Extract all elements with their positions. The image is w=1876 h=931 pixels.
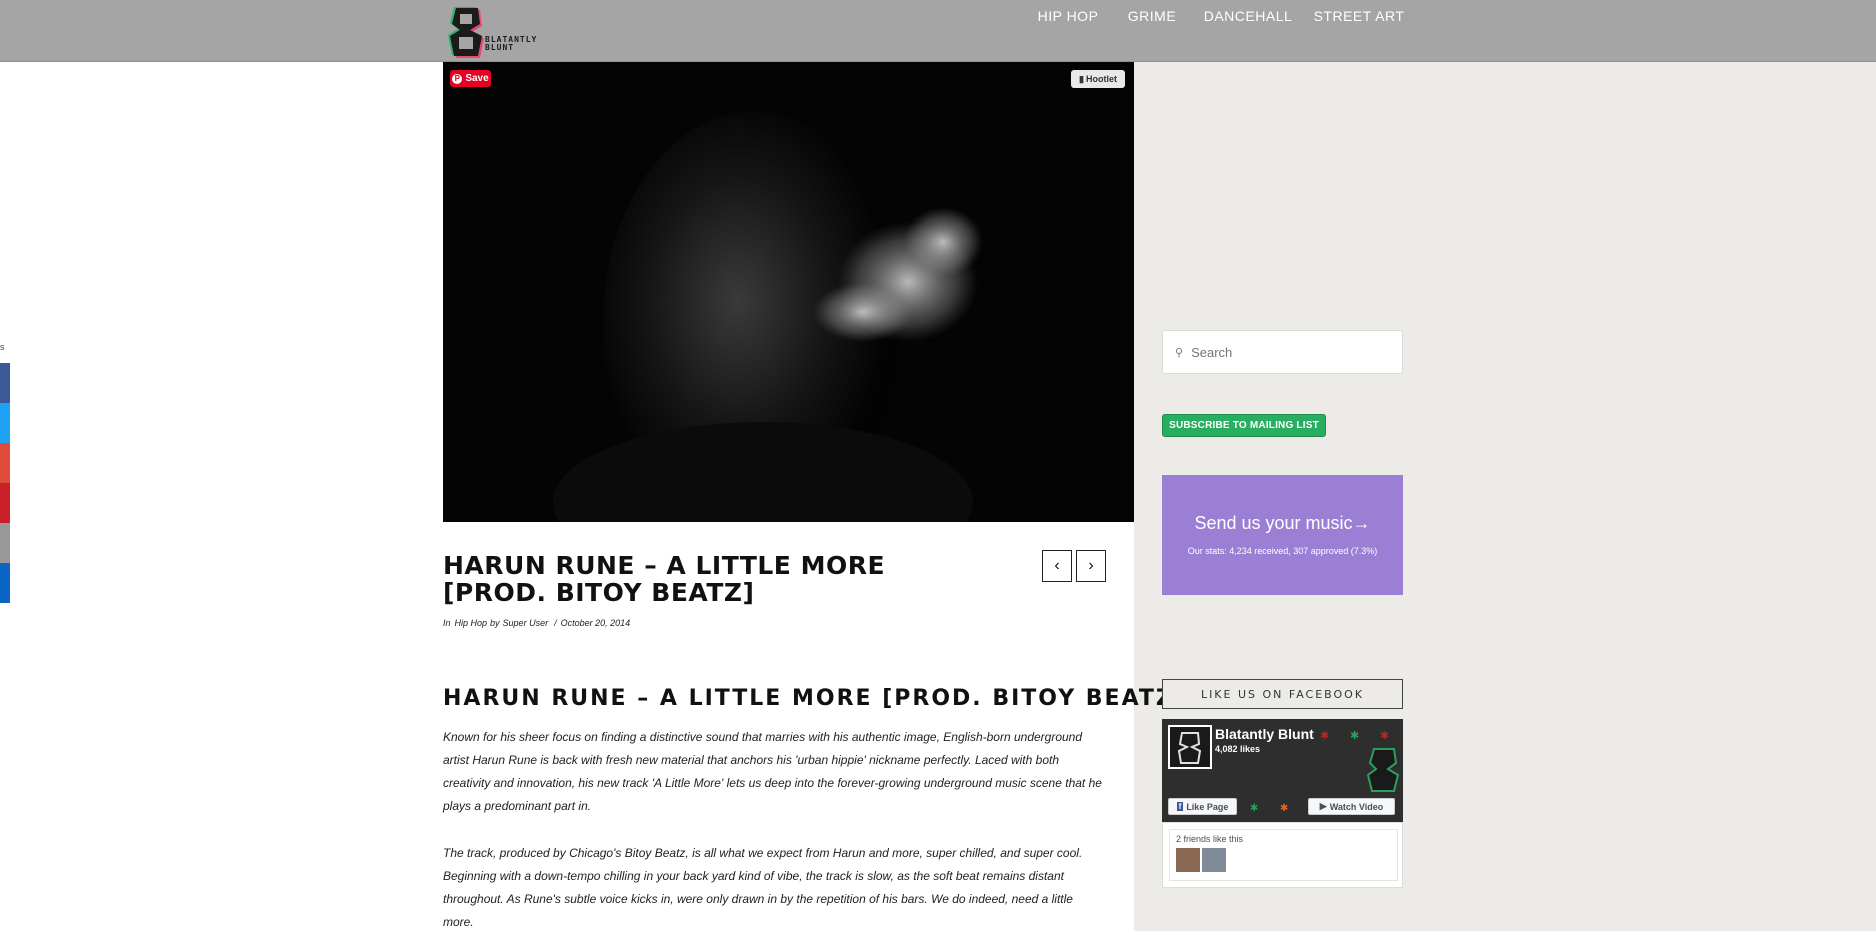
next-post-button[interactable]: › [1076, 550, 1106, 582]
search-input[interactable] [1191, 344, 1382, 360]
meta-in-text: In [443, 618, 451, 628]
logo-text-line2: BLUNT [485, 43, 515, 52]
google-plus-share-button[interactable] [0, 443, 10, 483]
twitter-share-button[interactable] [0, 403, 10, 443]
submission-stats: Our stats: 4,234 received, 307 approved … [1187, 546, 1378, 556]
pinterest-save-button[interactable]: P Save [450, 70, 491, 87]
article-column: P Save ▮ Hootlet HARUN RUNE – A LITTLE M… [443, 62, 1184, 931]
hero-image[interactable]: P Save ▮ Hootlet [443, 62, 1134, 522]
search-box[interactable]: ⚲ [1162, 330, 1403, 374]
nav-item-hip-hop[interactable]: HIP HOP [1024, 0, 1112, 40]
pinterest-share-button[interactable] [0, 483, 10, 523]
svg-text:✱: ✱ [1250, 803, 1258, 814]
hootlet-button[interactable]: ▮ Hootlet [1071, 70, 1125, 88]
post-meta: In Hip Hop by Super User / October 20, 2014 [443, 618, 634, 628]
article-paragraph-2: The track, produced by Chicago's Bitoy B… [443, 846, 1083, 929]
linkedin-share-button[interactable] [0, 563, 10, 603]
meta-separator: / [554, 618, 557, 628]
nav-label-hip-hop[interactable]: HIP HOP [1024, 0, 1112, 39]
share-count: s [0, 342, 5, 352]
owl-icon: ▮ [1079, 73, 1084, 84]
hootlet-label: Hootlet [1085, 74, 1117, 84]
pinterest-icon: P [452, 73, 463, 84]
svg-text:✱: ✱ [1320, 729, 1329, 742]
author-link[interactable]: Super User [503, 618, 549, 628]
nav-item-dancehall[interactable]: DANCEHALL [1192, 0, 1304, 40]
facebook-page-avatar[interactable] [1168, 725, 1212, 769]
facebook-icon: f [1176, 802, 1184, 811]
site-header: BLATANTLY BLUNT HIP HOP GRIME DANCEHALL … [0, 0, 1876, 62]
facebook-page-card[interactable]: ✱ ✱ ✱ ✱ ✱ Blatantly Blunt 4,082 likes f … [1162, 719, 1403, 822]
email-share-button[interactable] [0, 523, 10, 563]
left-page-margin [0, 62, 443, 931]
pinterest-save-label: Save [465, 73, 489, 84]
send-music-box[interactable]: Send us your music→ Our stats: 4,234 rec… [1162, 475, 1403, 595]
facebook-friends-panel: 2 friends like this [1162, 822, 1403, 888]
friend-avatar-2[interactable] [1202, 848, 1226, 872]
post-title: HARUN RUNE – A LITTLE MORE [PROD. BITOY … [443, 551, 886, 607]
watch-video-label: Watch Video [1329, 801, 1384, 812]
facebook-watch-video-button[interactable]: ▶ Watch Video [1308, 798, 1395, 815]
subscribe-button[interactable]: SUBSCRIBE TO MAILING LIST [1162, 414, 1326, 437]
previous-post-button[interactable]: ‹ [1042, 550, 1072, 582]
like-page-label: Like Page [1186, 801, 1229, 812]
svg-text:✱: ✱ [1350, 729, 1359, 742]
nav-label-dancehall[interactable]: DANCEHALL [1192, 0, 1304, 39]
post-date: October 20, 2014 [560, 618, 631, 628]
article-heading: HARUN RUNE – A LITTLE MORE [PROD. BITOY … [443, 686, 1186, 711]
facebook-like-count: 4,082 likes [1215, 744, 1261, 754]
article-paragraph-1: Known for his sheer focus on finding a d… [443, 730, 1102, 813]
nav-label-grime[interactable]: GRIME [1112, 0, 1192, 39]
facebook-share-button[interactable] [0, 363, 10, 403]
facebook-page-name[interactable]: Blatantly Blunt [1215, 726, 1314, 742]
logo-icon [1177, 732, 1202, 764]
chevron-left-icon: ‹ [1054, 557, 1060, 574]
chevron-right-icon: › [1088, 557, 1094, 574]
nav-item-grime[interactable]: GRIME [1112, 0, 1192, 40]
video-icon: ▶ [1319, 801, 1327, 811]
main-nav: HIP HOP GRIME DANCEHALL STREET ART [1024, 0, 1414, 40]
facebook-widget-heading: LIKE US ON FACEBOOK [1162, 679, 1403, 709]
social-share-bar [0, 363, 10, 603]
friend-avatar-1[interactable] [1176, 848, 1200, 872]
friends-like-text: 2 friends like this [1176, 834, 1244, 844]
facebook-like-page-button[interactable]: f Like Page [1168, 798, 1237, 815]
meta-by-text: by [490, 618, 500, 628]
friends-box: 2 friends like this [1169, 829, 1398, 881]
nav-label-street-art[interactable]: STREET ART [1304, 0, 1414, 39]
artist-smoke-photo [443, 62, 1134, 522]
search-icon: ⚲ [1175, 346, 1184, 359]
svg-text:✱: ✱ [1280, 803, 1288, 814]
logo-wordmark: BLATANTLY BLUNT [485, 36, 537, 52]
svg-text:✱: ✱ [1380, 729, 1389, 742]
category-link[interactable]: Hip Hop [455, 618, 488, 628]
nav-item-street-art[interactable]: STREET ART [1304, 0, 1414, 40]
send-music-title[interactable]: Send us your music→ [1162, 513, 1403, 534]
